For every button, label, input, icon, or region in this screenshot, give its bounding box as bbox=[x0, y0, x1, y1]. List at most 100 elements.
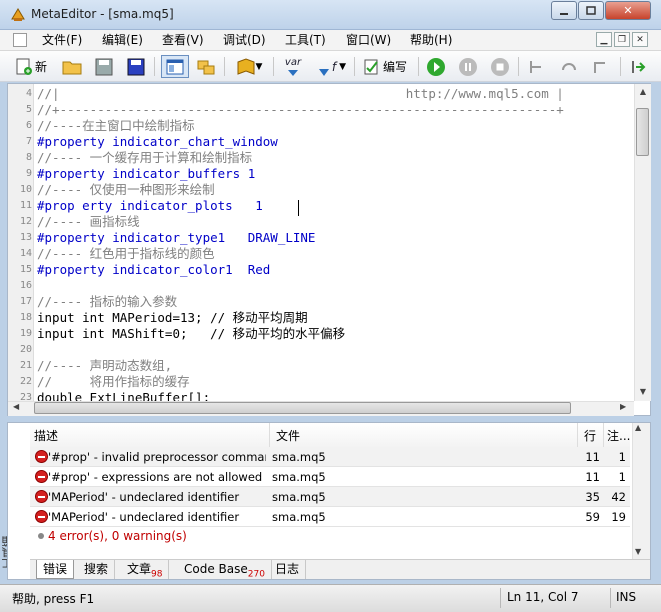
function-arrow-icon bbox=[318, 68, 329, 76]
line-number: 22 bbox=[19, 376, 32, 387]
summary-text: 4 error(s), 0 warning(s) bbox=[48, 529, 187, 543]
step-into-button[interactable] bbox=[525, 55, 549, 78]
open-button[interactable] bbox=[60, 55, 84, 78]
error-line: 11 bbox=[585, 450, 600, 464]
toolbar-separator bbox=[518, 57, 519, 76]
close-button[interactable]: ✕ bbox=[605, 1, 651, 20]
error-file: sma.mq5 bbox=[272, 510, 326, 524]
error-row[interactable]: '#prop' - expressions are not allowed o.… bbox=[30, 467, 630, 487]
mdi-minimize-button[interactable]: ▁ bbox=[596, 32, 612, 47]
line-number: 13 bbox=[19, 232, 32, 243]
error-row[interactable]: 'MAPeriod' - undeclared identifier sma.m… bbox=[30, 507, 630, 527]
start-debug-button[interactable] bbox=[424, 55, 448, 78]
pause-icon bbox=[459, 57, 477, 76]
toolbox-icon bbox=[197, 60, 215, 74]
minimize-button[interactable] bbox=[551, 1, 577, 20]
chevron-down-icon: ▼ bbox=[339, 61, 347, 72]
text-cursor bbox=[298, 200, 299, 216]
close-icon: ✕ bbox=[623, 4, 633, 17]
scroll-up-icon[interactable]: ▲ bbox=[635, 423, 641, 432]
mdi-close-button[interactable]: ✕ bbox=[632, 32, 648, 47]
maximize-button[interactable] bbox=[578, 1, 604, 20]
navigator-toggle-button[interactable] bbox=[161, 55, 189, 78]
tab-articles[interactable]: 文章98 bbox=[121, 560, 170, 579]
code-line: //---- 一个缓存用于计算和绘制指标 bbox=[37, 150, 253, 165]
code-line: #property indicator_buffers 1 bbox=[37, 166, 256, 181]
stop-debug-button[interactable] bbox=[488, 55, 512, 78]
menu-debug[interactable]: 调试(D) bbox=[219, 32, 270, 49]
go-to-button[interactable] bbox=[627, 55, 651, 78]
save-all-button[interactable] bbox=[124, 55, 148, 78]
code-line: //---- 仅使用一种图形来绘制 bbox=[37, 182, 215, 197]
line-number: 9 bbox=[25, 168, 32, 179]
column-file[interactable]: 文件 bbox=[276, 427, 300, 444]
line-number: 14 bbox=[19, 248, 32, 259]
step-over-button[interactable] bbox=[557, 55, 581, 78]
column-description[interactable]: 描述 bbox=[34, 427, 58, 444]
insert-resource-button[interactable]: ▼ bbox=[230, 55, 268, 78]
summary-bullet-icon bbox=[38, 533, 44, 539]
toolbar: 新 ▼ var f ▼ 编写 bbox=[0, 51, 661, 82]
save-button[interactable] bbox=[92, 55, 116, 78]
error-icon bbox=[35, 450, 48, 463]
status-insert-mode: INS bbox=[616, 590, 637, 604]
minimize-icon bbox=[560, 12, 568, 15]
scroll-up-icon[interactable]: ▲ bbox=[635, 84, 651, 100]
scroll-right-icon[interactable]: ▶ bbox=[620, 402, 626, 411]
line-number: 15 bbox=[19, 264, 32, 275]
chevron-down-icon: ▼ bbox=[255, 61, 263, 72]
column-line[interactable]: 行 bbox=[584, 427, 596, 444]
scroll-down-icon[interactable]: ▼ bbox=[635, 384, 651, 400]
scroll-down-icon[interactable]: ▼ bbox=[635, 547, 641, 556]
list-functions-button[interactable]: f ▼ bbox=[311, 55, 351, 78]
error-line: 59 bbox=[585, 510, 600, 524]
column-separator[interactable] bbox=[269, 423, 270, 448]
menu-view[interactable]: 查看(V) bbox=[158, 32, 208, 49]
new-button[interactable]: 新 bbox=[10, 55, 52, 78]
menu-file[interactable]: 文件(F) bbox=[38, 32, 86, 49]
tab-journal[interactable]: 日志 bbox=[269, 560, 307, 579]
error-description: '#prop' - expressions are not allowed o.… bbox=[48, 470, 266, 484]
menu-edit[interactable]: 编辑(E) bbox=[98, 32, 147, 49]
code-editor[interactable]: 4 5 6 7 8 9 10 11 12 13 14 15 16 17 18 19 20 21 22 23 //| h… bbox=[7, 83, 651, 416]
code-line: // 将用作指标的缓存 bbox=[37, 374, 190, 389]
window-title: MetaEditor - [sma.mq5] bbox=[31, 7, 174, 21]
tab-label: 日志 bbox=[275, 562, 300, 576]
toolbar-separator bbox=[154, 57, 155, 76]
step-out-button[interactable] bbox=[589, 55, 613, 78]
error-row[interactable]: '#prop' - invalid preprocessor command s… bbox=[30, 447, 630, 467]
pause-debug-button[interactable] bbox=[456, 55, 480, 78]
scroll-left-icon[interactable]: ◀ bbox=[13, 402, 19, 411]
line-number: 5 bbox=[25, 104, 32, 115]
error-file: sma.mq5 bbox=[272, 470, 326, 484]
menu-window[interactable]: 窗口(W) bbox=[342, 32, 395, 49]
arrow-right-icon bbox=[632, 60, 646, 73]
code-line: #property indicator_color1 Red bbox=[37, 262, 271, 277]
folder-icon bbox=[62, 61, 82, 74]
line-number: 18 bbox=[19, 312, 32, 323]
column-separator[interactable] bbox=[603, 423, 604, 448]
error-line: 35 bbox=[585, 490, 600, 504]
code-line: input int MAPeriod=13; // 移动平均周期 bbox=[37, 310, 308, 325]
column-column[interactable]: 注... bbox=[607, 427, 630, 444]
list-variables-button[interactable]: var bbox=[279, 55, 307, 78]
menu-tools[interactable]: 工具(T) bbox=[281, 32, 330, 49]
code-line: //---- 声明动态数组, bbox=[37, 358, 173, 373]
maximize-icon bbox=[586, 5, 596, 15]
compile-button[interactable]: 编写 bbox=[358, 55, 412, 78]
tab-search[interactable]: 搜索 bbox=[78, 560, 116, 579]
editor-vertical-scroll-thumb[interactable] bbox=[636, 108, 649, 156]
line-number: 10 bbox=[19, 184, 32, 195]
toolbox-toggle-button[interactable] bbox=[194, 55, 218, 78]
error-description: 'MAPeriod' - undeclared identifier bbox=[48, 510, 240, 524]
window-layout-icon bbox=[166, 59, 184, 74]
tab-errors[interactable]: 错误 bbox=[36, 560, 75, 579]
mdi-restore-button[interactable]: ❐ bbox=[614, 32, 630, 47]
column-separator[interactable] bbox=[577, 423, 578, 448]
error-row[interactable]: 'MAPeriod' - undeclared identifier sma.m… bbox=[30, 487, 630, 507]
toolbox-vertical-scrollbar[interactable]: ▲ ▼ bbox=[632, 423, 650, 561]
error-icon bbox=[35, 470, 48, 483]
tab-code-base[interactable]: Code Base270 bbox=[178, 560, 272, 579]
menu-help[interactable]: 帮助(H) bbox=[406, 32, 456, 49]
editor-horizontal-scroll-thumb[interactable] bbox=[34, 402, 571, 414]
